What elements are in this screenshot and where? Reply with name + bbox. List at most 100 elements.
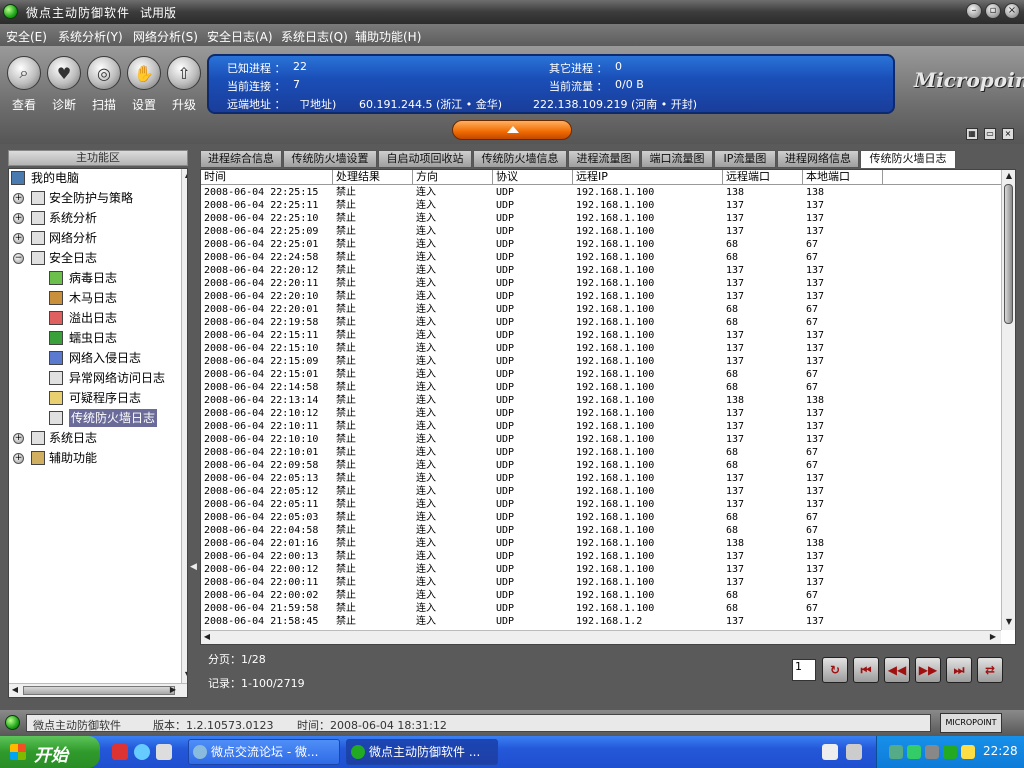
table-row[interactable]: 2008-06-04 22:10:11 禁止 连入 UDP 192.168.1.100 1… — [201, 420, 1001, 433]
column-direction[interactable]: 方向 — [413, 170, 493, 185]
scan-button[interactable]: ◎ 扫描 — [84, 56, 124, 113]
scroll-up-icon[interactable]: ▲ — [182, 169, 187, 181]
table-row[interactable]: 2008-06-04 22:20:12 禁止 连入 UDP 192.168.1.100 1… — [201, 264, 1001, 277]
micropoint-tray-icon[interactable] — [943, 745, 957, 759]
table-row[interactable]: 2008-06-04 22:05:13 禁止 连入 UDP 192.168.1.100 1… — [201, 472, 1001, 485]
table-row[interactable]: 2008-06-04 22:25:10 禁止 连入 UDP 192.168.1.100 1… — [201, 212, 1001, 225]
tab-process-traffic[interactable]: 进程流量图 — [568, 150, 640, 168]
table-row[interactable]: 2008-06-04 22:05:11 禁止 连入 UDP 192.168.1.100 1… — [201, 498, 1001, 511]
scroll-thumb[interactable] — [1004, 184, 1013, 324]
task-micropoint[interactable]: 微点主动防御软件 ... — [346, 739, 498, 765]
tab-firewall-log[interactable]: 传统防火墙日志 — [860, 150, 956, 168]
table-row[interactable]: 2008-06-04 22:00:11 禁止 连入 UDP 192.168.1.100 1… — [201, 576, 1001, 589]
table-row[interactable]: 2008-06-04 22:20:10 禁止 连入 UDP 192.168.1.100 1… — [201, 290, 1001, 303]
expand-icon[interactable]: + — [13, 233, 24, 244]
table-vertical-scrollbar[interactable]: ▲ ▼ — [1001, 170, 1015, 630]
last-page-button[interactable]: ⏭ — [946, 657, 972, 683]
column-local-port[interactable]: 本地端口 — [803, 170, 883, 185]
table-row[interactable]: 2008-06-04 22:10:10 禁止 连入 UDP 192.168.1.100 1… — [201, 433, 1001, 446]
column-time[interactable]: 时间 — [201, 170, 333, 185]
tree-horizontal-scrollbar[interactable]: ◀ ▶ — [9, 683, 187, 697]
table-row[interactable]: 2008-06-04 22:00:12 禁止 连入 UDP 192.168.1.100 1… — [201, 563, 1001, 576]
table-row[interactable]: 2008-06-04 22:09:58 禁止 连入 UDP 192.168.1.100 6… — [201, 459, 1001, 472]
table-row[interactable]: 2008-06-04 22:25:01 禁止 连入 UDP 192.168.1.100 6… — [201, 238, 1001, 251]
diagnose-button[interactable]: ♥ 诊断 — [44, 56, 84, 113]
table-row[interactable]: 2008-06-04 22:00:13 禁止 连入 UDP 192.168.1.100 1… — [201, 550, 1001, 563]
tile-icon[interactable]: ▦ — [966, 128, 978, 140]
expand-panel-button[interactable] — [452, 120, 572, 140]
tab-process-info[interactable]: 进程综合信息 — [200, 150, 282, 168]
tray-expand-icon[interactable] — [846, 744, 862, 760]
menu-tools[interactable]: 辅助功能(H) — [355, 28, 421, 45]
restore-button[interactable]: ▫ — [985, 3, 1001, 19]
start-button[interactable]: 开始 — [0, 736, 100, 768]
page-number-input[interactable]: 1 — [792, 659, 816, 681]
table-row[interactable]: 2008-06-04 22:24:58 禁止 连入 UDP 192.168.1.100 6… — [201, 251, 1001, 264]
restore-panel-icon[interactable]: ▭ — [984, 128, 996, 140]
scroll-up-icon[interactable]: ▲ — [1003, 170, 1015, 182]
scroll-left-icon[interactable]: ◀ — [201, 631, 213, 643]
scroll-right-icon[interactable]: ▶ — [987, 631, 999, 643]
column-protocol[interactable]: 协议 — [493, 170, 573, 185]
table-row[interactable]: 2008-06-04 22:01:16 禁止 连入 UDP 192.168.1.100 1… — [201, 537, 1001, 550]
upgrade-button[interactable]: ⇧ 升级 — [164, 56, 204, 113]
next-page-button[interactable]: ▶▶ — [915, 657, 941, 683]
disk-icon[interactable] — [925, 745, 939, 759]
task-forum[interactable]: 微点交流论坛 - 微... — [188, 739, 340, 765]
table-row[interactable]: 2008-06-04 22:15:01 禁止 连入 UDP 192.168.1.100 6… — [201, 368, 1001, 381]
scroll-left-icon[interactable]: ◀ — [9, 684, 21, 696]
collapse-left-pane-icon[interactable]: ◀ — [190, 562, 197, 572]
table-row[interactable]: 2008-06-04 22:20:11 禁止 连入 UDP 192.168.1.100 1… — [201, 277, 1001, 290]
column-remote-port[interactable]: 远程端口 — [723, 170, 803, 185]
expand-icon[interactable]: + — [13, 453, 24, 464]
tree-vertical-scrollbar[interactable]: ▲ ▼ — [181, 169, 187, 683]
table-horizontal-scrollbar[interactable]: ◀ ▶ — [201, 630, 1001, 644]
table-row[interactable]: 2008-06-04 21:58:45 禁止 连入 UDP 192.168.1.2 137… — [201, 615, 1001, 628]
menu-network-analysis[interactable]: 网络分析(S) — [133, 28, 198, 45]
close-panel-icon[interactable]: × — [1002, 128, 1014, 140]
tab-firewall-info[interactable]: 传统防火墙信息 — [473, 150, 567, 168]
table-row[interactable]: 2008-06-04 22:04:58 禁止 连入 UDP 192.168.1.100 6… — [201, 524, 1001, 537]
network-icon[interactable] — [889, 745, 903, 759]
table-row[interactable]: 2008-06-04 22:05:03 禁止 连入 UDP 192.168.1.100 6… — [201, 511, 1001, 524]
column-result[interactable]: 处理结果 — [333, 170, 413, 185]
scroll-thumb[interactable] — [23, 686, 175, 695]
table-row[interactable]: 2008-06-04 22:13:14 禁止 连入 UDP 192.168.1.100 1… — [201, 394, 1001, 407]
refresh-button[interactable]: ↻ — [822, 657, 848, 683]
table-row[interactable]: 2008-06-04 22:10:12 禁止 连入 UDP 192.168.1.100 1… — [201, 407, 1001, 420]
table-row[interactable]: 2008-06-04 22:00:02 禁止 连入 UDP 192.168.1.100 6… — [201, 589, 1001, 602]
menu-security-log[interactable]: 安全日志(A) — [207, 28, 273, 45]
scroll-down-icon[interactable]: ▼ — [182, 669, 187, 681]
table-row[interactable]: 2008-06-04 22:14:58 禁止 连入 UDP 192.168.1.100 6… — [201, 381, 1001, 394]
keyboard-icon[interactable] — [822, 744, 838, 760]
expand-icon[interactable]: + — [13, 433, 24, 444]
media-icon[interactable] — [156, 744, 172, 760]
tab-port-traffic[interactable]: 端口流量图 — [641, 150, 713, 168]
tab-process-network[interactable]: 进程网络信息 — [777, 150, 859, 168]
menu-system-log[interactable]: 系统日志(Q) — [281, 28, 348, 45]
table-row[interactable]: 2008-06-04 22:19:58 禁止 连入 UDP 192.168.1.100 6… — [201, 316, 1001, 329]
scroll-down-icon[interactable]: ▼ — [1003, 616, 1015, 628]
export-button[interactable]: ⇄ — [977, 657, 1003, 683]
table-row[interactable]: 2008-06-04 22:25:11 禁止 连入 UDP 192.168.1.100 1… — [201, 199, 1001, 212]
table-row[interactable]: 2008-06-04 22:25:09 禁止 连入 UDP 192.168.1.100 1… — [201, 225, 1001, 238]
volume-icon[interactable] — [961, 745, 975, 759]
table-row[interactable]: 2008-06-04 22:15:09 禁止 连入 UDP 192.168.1.100 1… — [201, 355, 1001, 368]
quicklaunch-icon[interactable] — [112, 744, 128, 760]
table-row[interactable]: 2008-06-04 21:59:58 禁止 连入 UDP 192.168.1.100 6… — [201, 602, 1001, 615]
view-button[interactable]: ⌕ 查看 — [4, 56, 44, 113]
table-row[interactable]: 2008-06-04 22:15:11 禁止 连入 UDP 192.168.1.100 1… — [201, 329, 1001, 342]
table-row[interactable]: 2008-06-04 22:10:01 禁止 连入 UDP 192.168.1.100 6… — [201, 446, 1001, 459]
close-button[interactable]: × — [1004, 3, 1020, 19]
minimize-button[interactable]: – — [966, 3, 982, 19]
ie-icon[interactable] — [134, 744, 150, 760]
tab-ip-traffic[interactable]: IP流量图 — [714, 150, 776, 168]
scroll-right-icon[interactable]: ▶ — [167, 684, 179, 696]
table-row[interactable]: 2008-06-04 22:20:01 禁止 连入 UDP 192.168.1.100 6… — [201, 303, 1001, 316]
settings-button[interactable]: ✋ 设置 — [124, 56, 164, 113]
shield-icon[interactable] — [907, 745, 921, 759]
table-row[interactable]: 2008-06-04 22:05:12 禁止 连入 UDP 192.168.1.100 1… — [201, 485, 1001, 498]
menu-system-analysis[interactable]: 系统分析(Y) — [58, 28, 123, 45]
tab-firewall-settings[interactable]: 传统防火墙设置 — [283, 150, 377, 168]
table-row[interactable]: 2008-06-04 22:15:10 禁止 连入 UDP 192.168.1.100 1… — [201, 342, 1001, 355]
